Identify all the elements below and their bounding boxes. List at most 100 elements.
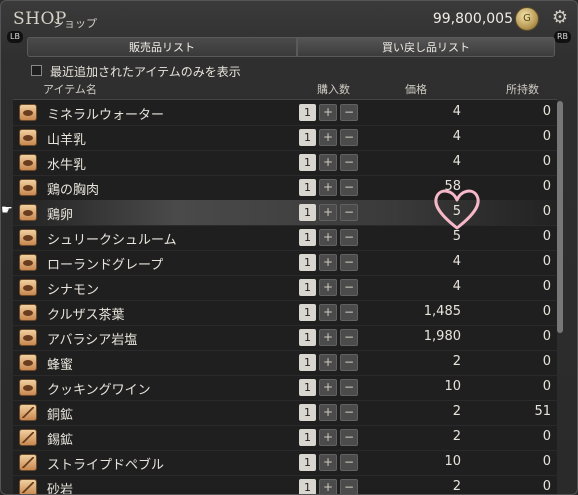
item-row[interactable]: 錫鉱 1 + − 2 0 [13,425,557,451]
header-owned: 所持数 [506,83,539,96]
increase-quantity-button[interactable]: + [319,454,337,471]
food-icon [19,154,37,171]
item-price: 2 [452,479,461,494]
item-row[interactable]: ローランドグレープ 1 + − 4 0 [13,250,557,276]
gil-amount: 99,800,005 [432,11,513,27]
decrease-quantity-button[interactable]: − [340,454,358,471]
column-headers: アイテム名 購入数 価格 所持数 [1,81,577,97]
item-row[interactable]: 蜂蜜 1 + − 2 0 [13,350,557,376]
header-item-name: アイテム名 [43,83,97,96]
heart-doodle-icon [434,189,480,230]
food-icon [19,304,37,321]
decrease-quantity-button[interactable]: − [340,354,358,371]
item-name: 水牛乳 [47,158,87,173]
quantity-field[interactable]: 1 [299,304,316,321]
decrease-quantity-button[interactable]: − [340,254,358,271]
item-price: 10 [444,454,461,469]
item-price: 4 [452,254,461,269]
quantity-field[interactable]: 1 [299,179,316,196]
decrease-quantity-button[interactable]: − [340,404,358,421]
increase-quantity-button[interactable]: + [319,304,337,321]
item-row[interactable]: 砂岩 1 + − 2 0 [13,475,557,495]
quantity-field[interactable]: 1 [299,129,316,146]
increase-quantity-button[interactable]: + [319,379,337,396]
tab-buyback-list[interactable]: 買い戻し品リスト [297,37,555,57]
item-name: クッキングワイン [47,383,151,398]
increase-quantity-button[interactable]: + [319,104,337,121]
recent-filter-checkbox[interactable] [31,65,42,76]
quantity-field[interactable]: 1 [299,479,316,494]
item-row[interactable]: クッキングワイン 1 + − 10 0 [13,375,557,401]
increase-quantity-button[interactable]: + [319,429,337,446]
quantity-field[interactable]: 1 [299,279,316,296]
item-name: クルザス茶葉 [47,308,125,323]
quantity-field[interactable]: 1 [299,204,316,221]
food-icon [19,179,37,196]
increase-quantity-button[interactable]: + [319,404,337,421]
increase-quantity-button[interactable]: + [319,354,337,371]
decrease-quantity-button[interactable]: − [340,104,358,121]
quantity-field[interactable]: 1 [299,429,316,446]
item-name: 鶏卵 [47,208,74,223]
ore-icon [19,479,37,494]
decrease-quantity-button[interactable]: − [340,204,358,221]
item-owned-count: 0 [542,329,551,344]
decrease-quantity-button[interactable]: − [340,279,358,296]
quantity-field[interactable]: 1 [299,454,316,471]
decrease-quantity-button[interactable]: − [340,329,358,346]
quantity-field[interactable]: 1 [299,229,316,246]
quantity-field[interactable]: 1 [299,104,316,121]
decrease-quantity-button[interactable]: − [340,154,358,171]
item-row[interactable]: 山羊乳 1 + − 4 0 [13,125,557,151]
item-owned-count: 0 [542,179,551,194]
increase-quantity-button[interactable]: + [319,229,337,246]
item-row[interactable]: 水牛乳 1 + − 4 0 [13,150,557,176]
item-owned-count: 0 [542,229,551,244]
item-list: ミネラルウォーター 1 + −4 0 山羊乳 1 + −4 0 水牛乳 1 + −4 0 鶏の胸肉 1 + −58 0… [13,99,557,495]
item-name: 砂岩 [47,483,74,495]
quantity-field[interactable]: 1 [299,154,316,171]
quantity-field[interactable]: 1 [299,379,316,396]
decrease-quantity-button[interactable]: − [340,304,358,321]
decrease-quantity-button[interactable]: − [340,129,358,146]
item-price: 4 [452,279,461,294]
item-row[interactable]: 銅鉱 1 + − 2 51 [13,400,557,426]
quantity-field[interactable]: 1 [299,404,316,421]
decrease-quantity-button[interactable]: − [340,229,358,246]
item-name: 鶏の胸肉 [47,183,100,198]
increase-quantity-button[interactable]: + [319,329,337,346]
food-icon [19,254,37,271]
food-icon [19,129,37,146]
hand-pointer-icon: ☛ [1,203,13,218]
shop-tabs: 販売品リスト 買い戻し品リスト [9,37,571,57]
item-row[interactable]: ストライプドペブル 1 + − 10 0 [13,450,557,476]
increase-quantity-button[interactable]: + [319,279,337,296]
quantity-field[interactable]: 1 [299,354,316,371]
item-price: 2 [452,429,461,444]
list-scrollbar[interactable] [557,101,563,333]
item-row[interactable]: ミネラルウォーター 1 + − 4 0 [13,100,557,126]
decrease-quantity-button[interactable]: − [340,479,358,494]
increase-quantity-button[interactable]: + [319,154,337,171]
decrease-quantity-button[interactable]: − [340,379,358,396]
item-row[interactable]: アバラシア岩塩 1 + − 1,980 0 [13,325,557,351]
quantity-field[interactable]: 1 [299,254,316,271]
item-owned-count: 0 [542,204,551,219]
increase-quantity-button[interactable]: + [319,479,337,494]
item-name: ミネラルウォーター [47,108,165,123]
increase-quantity-button[interactable]: + [319,179,337,196]
increase-quantity-button[interactable]: + [319,254,337,271]
decrease-quantity-button[interactable]: − [340,429,358,446]
quantity-field[interactable]: 1 [299,329,316,346]
increase-quantity-button[interactable]: + [319,129,337,146]
item-name: アバラシア岩塩 [47,333,138,348]
tab-sale-list[interactable]: 販売品リスト [27,37,297,57]
increase-quantity-button[interactable]: + [319,204,337,221]
settings-gear-icon[interactable]: ⚙ [549,7,571,29]
item-row[interactable]: クルザス茶葉 1 + − 1,485 0 [13,300,557,326]
food-icon [19,354,37,371]
item-owned-count: 0 [542,379,551,394]
item-row[interactable]: シナモン 1 + − 4 0 [13,275,557,301]
item-owned-count: 0 [542,479,551,494]
decrease-quantity-button[interactable]: − [340,179,358,196]
